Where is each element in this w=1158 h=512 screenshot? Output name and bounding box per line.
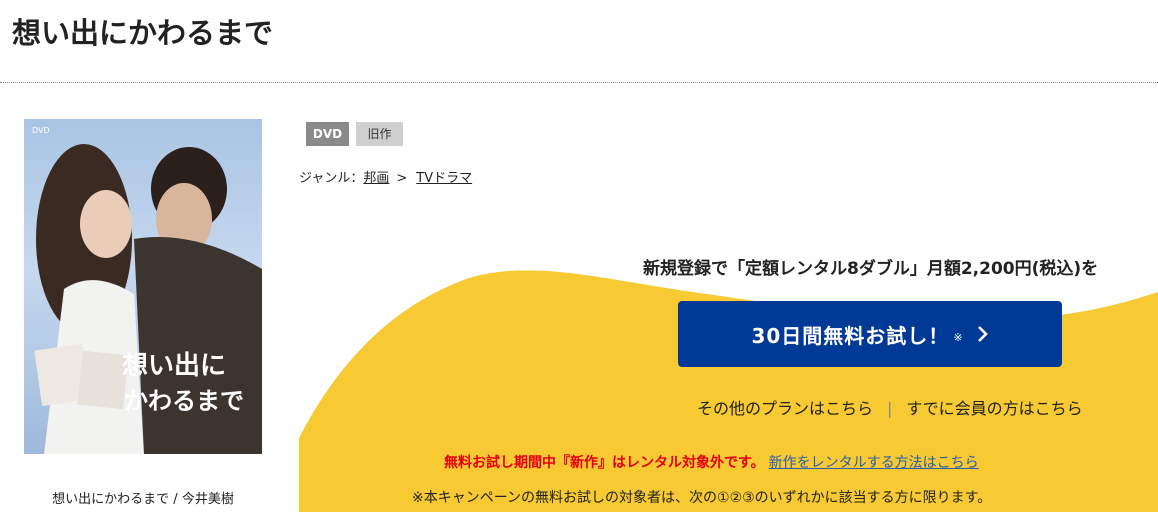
cover-title-line1: 想い出に (122, 351, 226, 381)
cover-artwork: DVD 想い出に かわるまで (32, 126, 262, 454)
page-title: 想い出にかわるまで (12, 16, 274, 50)
genre-link-tvdrama[interactable]: TVドラマ (416, 171, 472, 186)
link-divider: | (887, 399, 893, 418)
free-trial-note: ※ (953, 330, 963, 344)
genre-breadcrumb: ジャンル：邦画 > TVドラマ (299, 167, 472, 186)
dvd-cover-image[interactable]: DVD 想い出に かわるまで (24, 119, 262, 454)
new-rental-howto-link[interactable]: 新作をレンタルする方法はこちら (769, 455, 979, 471)
cover-dvd-logo: DVD (32, 126, 50, 135)
cover-title-line2: かわるまで (124, 386, 244, 415)
warning-text: 無料お試し期間中『新作』はレンタル対象外です。 (444, 455, 765, 471)
genre-link-hougaku[interactable]: 邦画 (363, 171, 389, 186)
chevron-right-icon (977, 325, 989, 343)
plan-description: 新規登録で「定額レンタル8ダブル」月額2,200円(税込)を (643, 259, 1099, 279)
product-caption: 想い出にかわるまで / 今井美樹 (52, 492, 234, 507)
other-plans-link[interactable]: その他のプランはこちら (697, 399, 873, 418)
status-badge: 旧作 (356, 122, 403, 146)
title-divider (0, 82, 1158, 83)
format-badge: DVD (306, 122, 349, 146)
free-trial-label: 30日間無料お試し！ (751, 323, 950, 348)
account-links: その他のプランはこちら | すでに会員の方はこちら (697, 395, 1083, 419)
breadcrumb-separator: > (396, 171, 408, 186)
member-login-link[interactable]: すでに会員の方はこちら (906, 399, 1082, 418)
free-trial-button[interactable]: 30日間無料お試し！ ※ (678, 301, 1062, 367)
eligibility-note: ※本キャンペーンの無料お試しの対象者は、次の①②③のいずれかに該当する方に限りま… (412, 490, 992, 506)
genre-label: ジャンル： (299, 171, 364, 186)
new-release-warning: 無料お試し期間中『新作』はレンタル対象外です。 新作をレンタルする方法はこちら (444, 452, 979, 472)
